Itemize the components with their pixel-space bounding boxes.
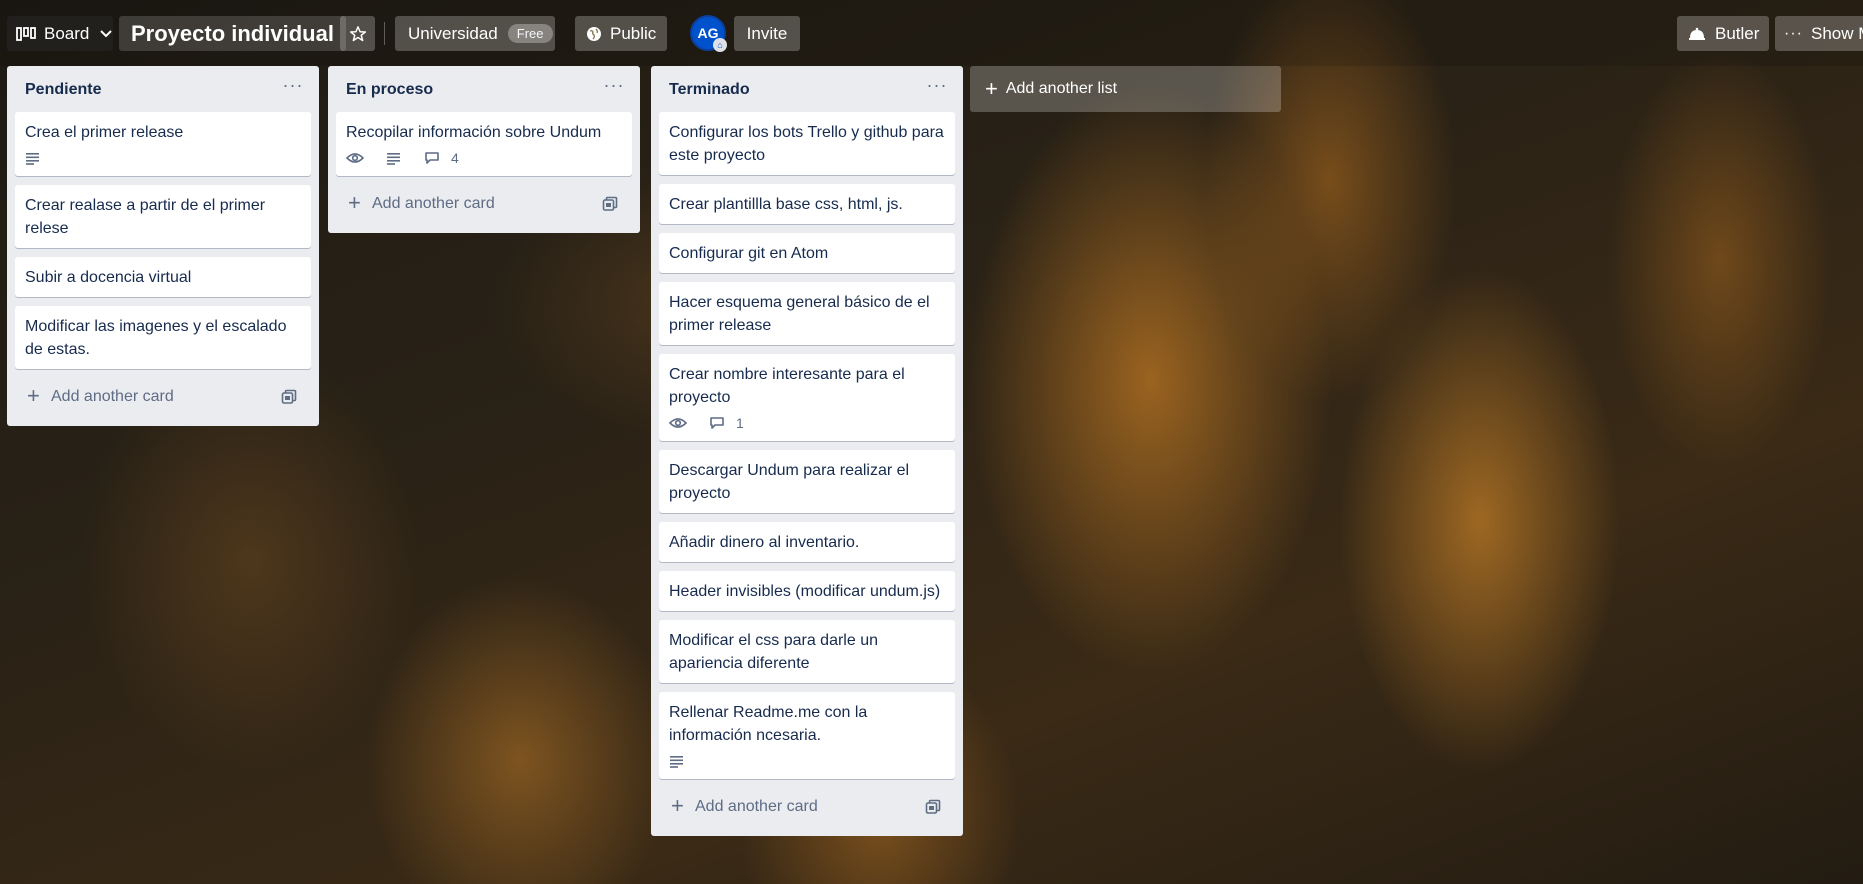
add-card-label: Add another card bbox=[372, 195, 495, 212]
card[interactable]: Descargar Undum para realizar el proyect… bbox=[659, 450, 955, 513]
card-title: Recopilar información sobre Undum bbox=[346, 124, 602, 141]
show-menu-label: Show M bbox=[1810, 23, 1863, 43]
admin-badge-icon: ⌂ bbox=[713, 38, 727, 52]
card-title: Modificar las imagenes y el escalado de … bbox=[25, 318, 287, 358]
description-icon bbox=[25, 151, 47, 165]
list-title[interactable]: En proceso bbox=[346, 81, 433, 99]
add-card-button[interactable]: + Add another card bbox=[336, 185, 632, 225]
card[interactable]: Configurar git en Atom bbox=[659, 233, 955, 273]
card-title: Header invisibles (modificar undum.js) bbox=[669, 583, 941, 600]
plus-icon: + bbox=[348, 190, 361, 215]
invite-label: Invite bbox=[746, 23, 788, 43]
comment-icon bbox=[709, 416, 731, 430]
card-badges: 4 bbox=[346, 148, 622, 168]
card[interactable]: Crear nombre interesante para el proyect… bbox=[659, 354, 955, 441]
more-dots-icon: ··· bbox=[1784, 24, 1803, 42]
card[interactable]: Crear realase a partir de el primer rele… bbox=[15, 185, 311, 248]
list-header: Pendiente ··· bbox=[15, 66, 311, 112]
list-title[interactable]: Terminado bbox=[669, 81, 750, 99]
card-title: Rellenar Readme.me con la información nc… bbox=[669, 704, 868, 744]
card[interactable]: Header invisibles (modificar undum.js) bbox=[659, 571, 955, 611]
card[interactable]: Recopilar información sobre Undum 4 bbox=[336, 112, 632, 176]
card-title: Descargar Undum para realizar el proyect… bbox=[669, 462, 910, 502]
card-title: Configurar los bots Trello y github para… bbox=[669, 124, 944, 164]
board-header: Board Proyecto individual Universidad Fr… bbox=[0, 0, 1863, 66]
butler-button[interactable]: Butler bbox=[1677, 16, 1769, 51]
member-avatar[interactable]: AG ⌂ bbox=[690, 15, 727, 52]
card-title: Hacer esquema general básico de el prime… bbox=[669, 294, 930, 334]
visibility-label: Public bbox=[610, 23, 657, 43]
card-title: Configurar git en Atom bbox=[669, 245, 829, 262]
add-card-button[interactable]: + Add another card bbox=[659, 788, 955, 828]
card-title: Crea el primer release bbox=[25, 124, 184, 141]
card-title: Crear nombre interesante para el proyect… bbox=[669, 366, 905, 406]
workspace-plan-badge: Free bbox=[507, 24, 553, 43]
add-card-button[interactable]: + Add another card bbox=[15, 378, 311, 418]
list-pendiente: Pendiente ··· Crea el primer release Cre… bbox=[7, 66, 319, 426]
board-icon bbox=[16, 26, 36, 41]
card-title: Añadir dinero al inventario. bbox=[669, 534, 860, 551]
comment-count: 1 bbox=[736, 414, 744, 431]
list-en-proceso: En proceso ··· Recopilar información sob… bbox=[328, 66, 640, 233]
board-view-switcher[interactable]: Board bbox=[7, 16, 113, 51]
list-header: Terminado ··· bbox=[659, 66, 955, 112]
eye-icon bbox=[669, 417, 693, 429]
list-header: En proceso ··· bbox=[336, 66, 632, 112]
visibility-button[interactable]: Public bbox=[575, 16, 667, 51]
comment-badge: 4 bbox=[424, 147, 459, 170]
card-title: Modificar el css para darle un aparienci… bbox=[669, 632, 878, 672]
add-card-label: Add another card bbox=[51, 388, 174, 405]
add-list-button[interactable]: + Add another list bbox=[970, 66, 1281, 112]
card-title: Subir a docencia virtual bbox=[25, 269, 192, 286]
card-template-icon[interactable] bbox=[925, 799, 941, 820]
list-menu-icon[interactable]: ··· bbox=[281, 76, 305, 101]
card-badges bbox=[25, 148, 301, 168]
card-title: Crear realase a partir de el primer rele… bbox=[25, 197, 266, 237]
add-list-label: Add another list bbox=[1005, 80, 1118, 97]
star-board-button[interactable] bbox=[340, 16, 375, 51]
board-title[interactable]: Proyecto individual bbox=[119, 16, 346, 51]
card-template-icon[interactable] bbox=[602, 196, 618, 217]
card[interactable]: Crear plantillla base css, html, js. bbox=[659, 184, 955, 224]
comment-count: 4 bbox=[451, 149, 459, 166]
workspace-name: Universidad bbox=[408, 23, 498, 43]
list-terminado: Terminado ··· Configurar los bots Trello… bbox=[651, 66, 963, 836]
show-menu-button[interactable]: ··· Show M bbox=[1775, 16, 1863, 51]
card[interactable]: Modificar el css para darle un aparienci… bbox=[659, 620, 955, 683]
header-divider bbox=[384, 22, 385, 45]
workspace-button[interactable]: Universidad Free bbox=[395, 16, 555, 51]
list-menu-icon[interactable]: ··· bbox=[602, 76, 626, 101]
chevron-down-icon bbox=[99, 29, 113, 39]
comment-icon bbox=[424, 151, 446, 165]
plus-icon: + bbox=[27, 383, 40, 408]
list-menu-icon[interactable]: ··· bbox=[925, 76, 949, 101]
card[interactable]: Modificar las imagenes y el escalado de … bbox=[15, 306, 311, 369]
butler-bell-icon bbox=[1688, 26, 1706, 42]
card[interactable]: Configurar los bots Trello y github para… bbox=[659, 112, 955, 175]
star-icon bbox=[349, 25, 367, 43]
card[interactable]: Añadir dinero al inventario. bbox=[659, 522, 955, 562]
plus-icon: + bbox=[985, 76, 998, 101]
list-title[interactable]: Pendiente bbox=[25, 81, 101, 99]
description-icon bbox=[386, 151, 408, 165]
plus-icon: + bbox=[671, 793, 684, 818]
card[interactable]: Crea el primer release bbox=[15, 112, 311, 176]
globe-icon bbox=[586, 26, 602, 42]
butler-label: Butler bbox=[1715, 23, 1760, 43]
card-title: Crear plantillla base css, html, js. bbox=[669, 196, 903, 213]
card[interactable]: Rellenar Readme.me con la información nc… bbox=[659, 692, 955, 779]
card-badges: 1 bbox=[669, 413, 945, 433]
comment-badge: 1 bbox=[709, 412, 744, 435]
eye-icon bbox=[346, 152, 370, 164]
description-icon bbox=[669, 754, 691, 768]
card-template-icon[interactable] bbox=[281, 389, 297, 410]
card-badges bbox=[669, 751, 945, 771]
invite-button[interactable]: Invite bbox=[734, 16, 800, 51]
card[interactable]: Subir a docencia virtual bbox=[15, 257, 311, 297]
board-view-label: Board bbox=[44, 23, 90, 43]
add-card-label: Add another card bbox=[695, 798, 818, 815]
card[interactable]: Hacer esquema general básico de el prime… bbox=[659, 282, 955, 345]
